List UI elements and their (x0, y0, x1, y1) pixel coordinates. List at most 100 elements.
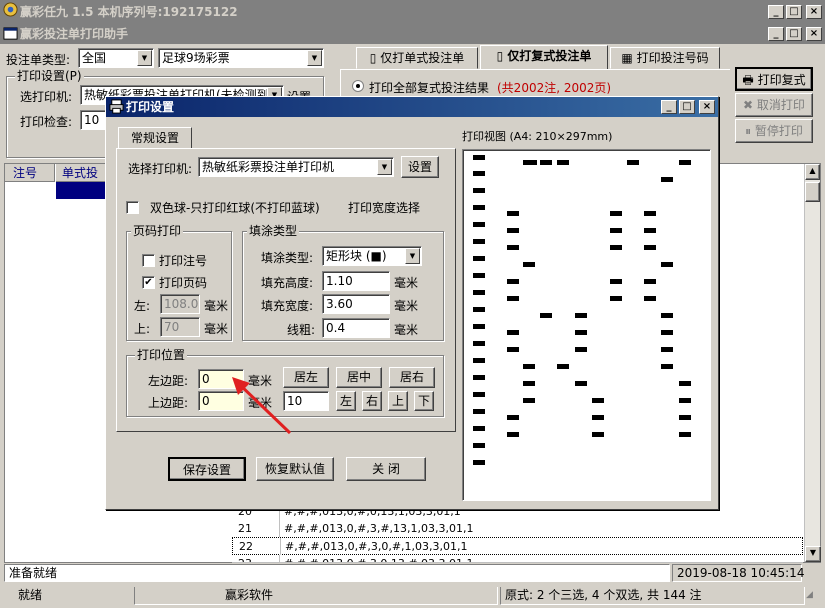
fill-type-label: 填涂类型: (261, 251, 314, 265)
table-row[interactable]: 21 #,#,#,013,0,#,3,#,13,1,03,3,01,1 (232, 520, 803, 538)
grid-icon: ▦ (621, 51, 637, 65)
child-minimize-button[interactable]: _ (768, 27, 784, 41)
x-icon: ✖ (743, 98, 757, 112)
tab-numbers[interactable]: ▦ 打印投注号码 (610, 47, 720, 69)
close-dialog-button[interactable]: 关 闭 (346, 457, 426, 481)
preview-mark (473, 222, 485, 227)
radio-all[interactable] (352, 80, 364, 92)
page-left-input[interactable]: 108.0 (160, 294, 200, 314)
align-center-button[interactable]: 居中 (336, 367, 382, 388)
dialog-minimize-button[interactable]: _ (661, 100, 677, 114)
chevron-down-icon: ▼ (405, 248, 420, 264)
preview-mark (540, 313, 552, 318)
table-row-focused[interactable]: 22 #,#,#,013,0,#,3,0,#,1,03,3,01,1 (232, 537, 803, 556)
print-no-checkbox[interactable] (142, 254, 155, 267)
preview-mark (473, 188, 485, 193)
preview-mark (523, 160, 537, 165)
preview-mark (473, 290, 485, 295)
preview-mark (592, 415, 604, 420)
tab-general[interactable]: 常规设置 (118, 127, 192, 149)
printer-icon (109, 99, 124, 114)
preview-mark (679, 381, 691, 386)
size-grip-icon[interactable]: ◢ (806, 590, 820, 604)
print-settings-dialog: 打印设置 _ □ × 常规设置 选择打印机: 热敏纸彩票投注单打印机 ▼ 设置 双… (105, 96, 719, 510)
preview-mark (644, 296, 656, 301)
dialog-printer-select[interactable]: 热敏纸彩票投注单打印机 ▼ (198, 157, 394, 177)
align-right-button[interactable]: 居右 (389, 367, 435, 388)
restore-defaults-button[interactable]: 恢复默认值 (256, 457, 334, 481)
move-right-button[interactable]: 右 (362, 391, 382, 411)
page-left-label: 左: (134, 299, 151, 313)
cancel-print-button[interactable]: ✖ 取消打印 (735, 93, 813, 117)
fill-type-select[interactable]: 矩形块 (■) ▼ (322, 246, 422, 266)
scroll-down-icon[interactable]: ▼ (805, 546, 821, 562)
line-width-label: 线粗: (287, 323, 316, 337)
fill-height-input[interactable]: 1.10 (322, 271, 390, 291)
print-multi-button[interactable]: 🖶 打印复式 (735, 67, 813, 91)
preview-mark (679, 398, 691, 403)
print-page-checkbox[interactable]: ✔ (142, 276, 155, 289)
document-icon: ▯ (496, 49, 508, 63)
preview-mark (473, 307, 485, 312)
pause-print-button[interactable]: ⏸ 暂停打印 (735, 119, 813, 143)
preview-mark (661, 330, 673, 335)
chevron-down-icon: ▼ (307, 50, 322, 66)
redball-checkbox[interactable] (126, 201, 139, 214)
preview-mark (661, 177, 673, 182)
save-button[interactable]: 保存设置 (168, 457, 246, 481)
move-up-button[interactable]: 上 (388, 391, 408, 411)
scroll-thumb[interactable] (805, 182, 820, 202)
preview-mark (644, 211, 656, 216)
fill-width-input[interactable]: 3.60 (322, 294, 390, 314)
print-preview (462, 149, 711, 501)
region-select[interactable]: 全国 ▼ (78, 48, 154, 68)
width-select-label[interactable]: 打印宽度选择 (348, 199, 420, 216)
preview-mark (592, 398, 604, 403)
group-title: 页码打印 (131, 224, 184, 238)
preview-mark (473, 239, 485, 244)
radio-label: 打印全部复式投注结果 (369, 81, 490, 95)
child-close-button[interactable]: × (806, 27, 822, 41)
dialog-settings-button[interactable]: 设置 (401, 156, 439, 178)
col-header-type[interactable]: 单式投注 (56, 164, 106, 198)
preview-mark (661, 262, 673, 267)
preview-mark (507, 245, 519, 250)
child-window-icon (3, 27, 18, 40)
move-left-button[interactable]: 左 (336, 391, 356, 411)
maximize-button[interactable]: □ (786, 5, 802, 19)
move-down-button[interactable]: 下 (414, 391, 434, 411)
print-no-label: 打印注号 (159, 254, 208, 268)
dialog-close-button[interactable]: × (699, 100, 715, 114)
line-width-input[interactable]: 0.4 (322, 318, 390, 338)
preview-mark (473, 443, 485, 448)
preview-mark (523, 398, 535, 403)
col-header-no[interactable]: 注号 (5, 164, 55, 182)
preview-mark (473, 324, 485, 329)
document-icon: ▯ (369, 51, 381, 65)
dialog-maximize-button[interactable]: □ (679, 100, 695, 114)
check-icon: ✔ (144, 277, 153, 288)
printer-icon: 🖶 (742, 73, 758, 87)
preview-mark (473, 426, 485, 431)
child-titlebar: 赢彩投注单打印助手 _ □ × (0, 24, 825, 44)
tab-multi[interactable]: ▯ 仅打复式投注单 (480, 45, 608, 70)
radio-count: (共2002注, 2002页) (497, 81, 612, 95)
minimize-button[interactable]: _ (768, 5, 784, 19)
preview-mark (610, 296, 622, 301)
tab-single[interactable]: ▯ 仅打单式投注单 (356, 47, 478, 69)
vertical-scrollbar[interactable]: ▲ ▼ (804, 164, 821, 562)
preview-mark (610, 228, 622, 233)
close-button[interactable]: × (806, 5, 822, 19)
child-maximize-button[interactable]: □ (786, 27, 802, 41)
group-title: 打印位置 (135, 348, 188, 362)
table-row[interactable]: 23#,#,#,013,0,#,3,0,13,#,03,3,01,1 (232, 555, 803, 563)
preview-mark (610, 245, 622, 250)
preview-mark (473, 460, 485, 465)
scroll-up-icon[interactable]: ▲ (805, 164, 820, 180)
app-title: 赢彩任九 1.5 本机序列号:192175122 (20, 5, 238, 19)
dialog-titlebar: 打印设置 _ □ × (106, 97, 718, 117)
preview-mark (627, 160, 639, 165)
lottery-select[interactable]: 足球9场彩票 ▼ (158, 48, 324, 68)
group-title: 填涂类型 (247, 224, 300, 238)
page-top-input[interactable]: 70 (160, 317, 200, 337)
